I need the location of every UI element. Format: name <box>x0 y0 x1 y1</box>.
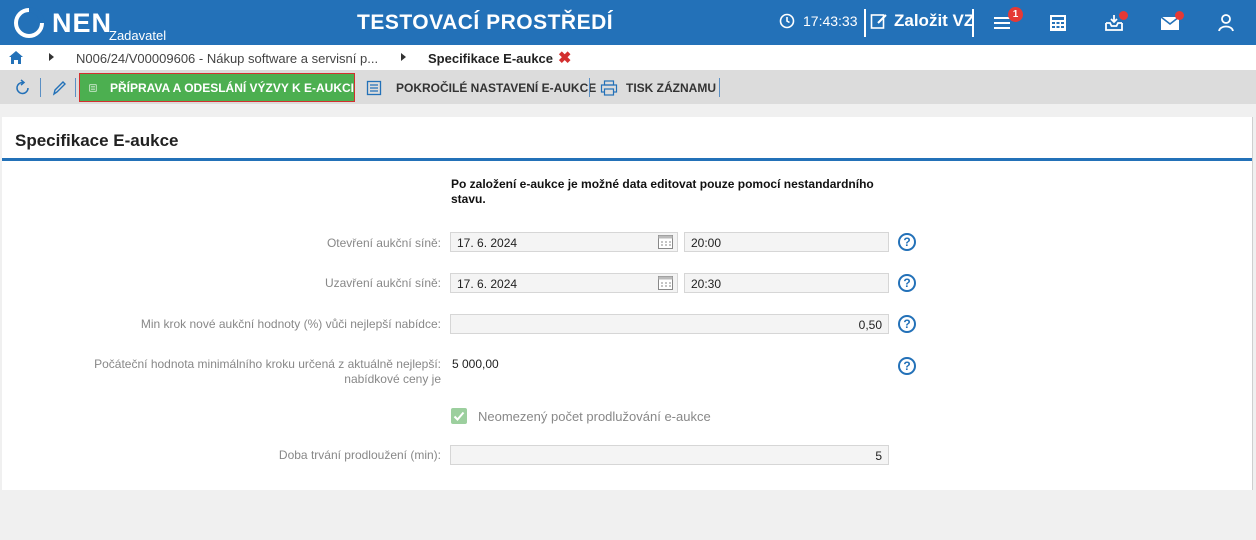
initial-step-label: Počáteční hodnota minimálního kroku urče… <box>94 357 441 371</box>
inbox-dot <box>1119 11 1128 20</box>
min-step-label: Min krok nové aukční hodnoty (%) vůči ne… <box>140 317 441 331</box>
divider <box>864 9 866 37</box>
open-room-label: Otevření aukční síně: <box>326 236 441 250</box>
auction-spec-panel: Specifikace E-aukce Po založení e-aukce … <box>2 117 1253 490</box>
create-vz-button[interactable]: Založit VZ <box>870 11 974 31</box>
breadcrumb-arrow-icon <box>401 53 406 61</box>
session-clock: 17:43:33 <box>779 13 858 29</box>
clock-time: 17:43:33 <box>803 13 858 29</box>
help-icon[interactable]: ? <box>898 233 916 251</box>
breadcrumb-item-tender[interactable]: N006/24/V00009606 - Nákup software a ser… <box>76 51 378 66</box>
breadcrumb-arrow-icon <box>49 53 54 61</box>
top-bar: NEN Zadavatel TESTOVACÍ PROSTŘEDÍ 17:43:… <box>0 0 1256 45</box>
help-icon[interactable]: ? <box>898 357 916 375</box>
edit-notice: Po založení e-aukce je možné data editov… <box>451 177 874 206</box>
document-icon <box>366 80 382 96</box>
extension-duration-label: Doba trvání prodloužení (min): <box>278 448 441 462</box>
toolbar-divider <box>589 78 590 97</box>
breadcrumb: N006/24/V00009606 - Nákup software a ser… <box>0 45 1256 70</box>
home-icon[interactable] <box>9 51 23 64</box>
extension-duration-field[interactable]: 5 <box>450 445 889 465</box>
checkmark-icon <box>453 411 465 421</box>
mail-dot <box>1175 11 1184 20</box>
unlimited-extensions-checkbox[interactable] <box>451 408 467 424</box>
extension-duration-value: 5 <box>875 449 882 463</box>
advanced-settings-label: POKROČILÉ NASTAVENÍ E-AUKCE <box>396 81 597 95</box>
panel-border <box>1252 117 1253 490</box>
open-time-field[interactable]: 20:00 <box>684 232 889 252</box>
open-time-value: 20:00 <box>691 236 722 250</box>
close-time-value: 20:30 <box>691 277 722 291</box>
toolbar-divider <box>75 78 76 97</box>
environment-title: TESTOVACÍ PROSTŘEDÍ <box>357 11 614 34</box>
calculator-icon[interactable] <box>1047 12 1069 34</box>
title-underline <box>2 158 1253 161</box>
edit-icon <box>870 14 887 29</box>
close-tab-icon[interactable]: ✖ <box>558 48 571 68</box>
unlimited-extensions-label: Neomezený počet prodlužování e-aukce <box>478 409 711 424</box>
print-record-label: TISK ZÁZNAMU <box>626 81 716 95</box>
notification-badge: 1 <box>1008 7 1023 22</box>
create-vz-label: Založit VZ <box>894 11 975 30</box>
close-room-label: Uzavření aukční síně: <box>324 276 441 290</box>
help-icon[interactable]: ? <box>898 315 916 333</box>
toolbar-divider <box>719 78 720 97</box>
prepare-send-invitation-label: PŘÍPRAVA A ODESLÁNÍ VÝZVY K E-AUKCI <box>109 80 354 95</box>
user-icon[interactable] <box>1215 12 1237 34</box>
toolbar-divider <box>40 78 41 97</box>
close-date-field[interactable]: 17. 6. 2024 <box>450 273 678 293</box>
calendar-icon[interactable] <box>658 235 673 249</box>
document-icon <box>89 83 97 92</box>
nen-logo-icon <box>14 7 45 38</box>
open-date-field[interactable]: 17. 6. 2024 <box>450 232 678 252</box>
toolbar: PŘÍPRAVA A ODESLÁNÍ VÝZVY K E-AUKCI POKR… <box>0 70 1256 104</box>
advanced-settings-button[interactable]: POKROČILÉ NASTAVENÍ E-AUKCE <box>366 75 596 101</box>
open-date-value: 17. 6. 2024 <box>457 236 518 250</box>
calendar-icon[interactable] <box>658 276 673 290</box>
min-step-field[interactable]: 0,50 <box>450 314 889 334</box>
app-name: NEN <box>52 8 113 38</box>
print-record-button[interactable]: TISK ZÁZNAMU <box>600 75 716 101</box>
close-time-field[interactable]: 20:30 <box>684 273 889 293</box>
pencil-icon[interactable] <box>51 79 67 97</box>
close-date-value: 17. 6. 2024 <box>457 277 518 291</box>
min-step-value: 0,50 <box>858 318 882 332</box>
refresh-icon[interactable] <box>14 79 32 97</box>
divider <box>972 9 974 37</box>
prepare-send-invitation-button[interactable]: PŘÍPRAVA A ODESLÁNÍ VÝZVY K E-AUKCI <box>79 73 355 102</box>
initial-step-value: 5 000,00 <box>452 357 499 371</box>
initial-step-label-cont: nabídkové ceny je <box>344 372 441 386</box>
clock-icon <box>779 13 795 29</box>
page-title: Specifikace E-aukce <box>15 131 179 150</box>
app-subtitle: Zadavatel <box>109 28 167 43</box>
printer-icon <box>600 80 618 96</box>
breadcrumb-item-current: Specifikace E-aukce <box>428 51 554 66</box>
help-icon[interactable]: ? <box>898 274 916 292</box>
